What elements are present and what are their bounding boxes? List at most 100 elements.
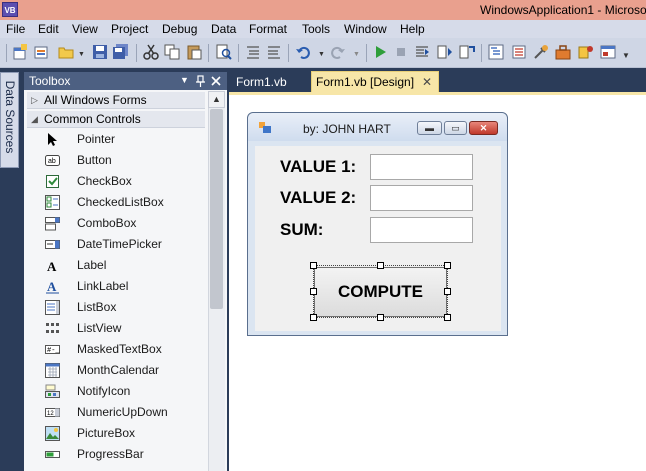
resize-handle[interactable] — [377, 314, 384, 321]
pin-icon[interactable] — [195, 75, 206, 87]
toolbox-item-maskedtextbox[interactable]: #-_ MaskedTextBox — [27, 339, 208, 360]
menu-data[interactable]: Data — [211, 21, 236, 37]
resize-handle[interactable] — [444, 262, 451, 269]
sum-textbox[interactable] — [370, 217, 473, 243]
linklabel-icon: A — [46, 279, 59, 294]
toolbox-item-datetimepicker[interactable]: DateTimePicker — [27, 234, 208, 255]
open-file-icon[interactable] — [58, 44, 74, 60]
toolbox-item-picturebox[interactable]: PictureBox — [27, 423, 208, 444]
menu-window[interactable]: Window — [344, 21, 387, 37]
uncomment-lines-icon[interactable] — [266, 44, 282, 60]
start-debugging-icon[interactable] — [372, 44, 388, 60]
toolbox-item-label: NotifyIcon — [77, 384, 131, 398]
numericupdown-icon: 12 — [45, 408, 60, 417]
menu-help[interactable]: Help — [400, 21, 425, 37]
toolbox-item-monthcalendar[interactable]: MonthCalendar — [27, 360, 208, 381]
properties-icon[interactable] — [511, 44, 527, 60]
toolbox-item-label: CheckedListBox — [77, 195, 164, 209]
resize-handle[interactable] — [310, 314, 317, 321]
menu-bar: File Edit View Project Debug Data Format… — [0, 20, 646, 38]
toolbar-separator — [208, 44, 209, 62]
menu-edit[interactable]: Edit — [38, 21, 59, 37]
progressbar-icon — [45, 451, 60, 458]
menu-tools[interactable]: Tools — [302, 21, 330, 37]
cut-icon[interactable] — [143, 44, 159, 60]
value1-label: VALUE 1: — [280, 157, 357, 176]
tab-close-icon[interactable]: ✕ — [422, 72, 432, 93]
toolbox-item-label: DateTimePicker — [77, 237, 162, 251]
menu-format[interactable]: Format — [249, 21, 287, 37]
add-item-icon[interactable] — [34, 44, 50, 60]
toolbox-item-progressbar[interactable]: ProgressBar — [27, 444, 208, 465]
tab-form1-code[interactable]: Form1.vb — [231, 73, 309, 92]
undo-icon[interactable] — [295, 44, 311, 60]
save-all-icon[interactable] — [113, 44, 129, 60]
step-into-icon[interactable] — [414, 44, 430, 60]
open-dropdown-icon[interactable]: ▼ — [78, 51, 85, 58]
close-icon[interactable]: ✕ — [469, 121, 498, 135]
undo-dropdown-icon[interactable]: ▼ — [318, 51, 325, 58]
minimize-icon[interactable]: ▬ — [417, 121, 442, 135]
find-icon[interactable] — [216, 44, 232, 60]
resize-handle[interactable] — [377, 262, 384, 269]
copy-icon[interactable] — [164, 44, 180, 60]
maskedtextbox-icon: #-_ — [45, 345, 60, 355]
object-browser-icon[interactable] — [533, 44, 549, 60]
toolbox-item-button[interactable]: ab Button — [27, 150, 208, 171]
redo-dropdown-icon[interactable]: ▼ — [353, 51, 360, 58]
comment-lines-icon[interactable] — [245, 44, 261, 60]
menu-project[interactable]: Project — [111, 21, 148, 37]
menu-view[interactable]: View — [72, 21, 98, 37]
close-icon[interactable] — [211, 76, 221, 86]
title-bar: VB WindowsApplication1 - Microso — [0, 0, 646, 20]
save-icon[interactable] — [92, 44, 108, 60]
toolbox-item-notifyicon[interactable]: NotifyIcon — [27, 381, 208, 402]
form-icon — [259, 122, 271, 133]
toolbox-item-checkedlistbox[interactable]: CheckedListBox — [27, 192, 208, 213]
value2-textbox[interactable] — [370, 185, 473, 211]
resize-handle[interactable] — [444, 288, 451, 295]
step-out-icon[interactable] — [459, 44, 475, 60]
toolbox-dropdown-icon[interactable]: ▼ — [180, 75, 189, 85]
resize-handle[interactable] — [310, 262, 317, 269]
toolbox-item-label[interactable]: A Label — [27, 255, 208, 276]
menu-file[interactable]: File — [6, 21, 25, 37]
resize-handle[interactable] — [444, 314, 451, 321]
resize-handle[interactable] — [310, 288, 317, 295]
toolbox-icon[interactable] — [555, 44, 571, 60]
toolbox-item-checkbox[interactable]: CheckBox — [27, 171, 208, 192]
new-project-icon[interactable] — [12, 44, 28, 60]
toolbox-item-label: MonthCalendar — [77, 363, 160, 377]
solution-explorer-icon[interactable] — [488, 44, 504, 60]
selection-outline — [313, 265, 448, 318]
maximize-icon[interactable]: ▭ — [444, 121, 467, 135]
value1-textbox[interactable] — [370, 154, 473, 180]
toolbox-item-combobox[interactable]: ComboBox — [27, 213, 208, 234]
toolbox-item-listview[interactable]: ListView — [27, 318, 208, 339]
paste-icon[interactable] — [186, 44, 202, 60]
toolbox-item-label: ProgressBar — [77, 447, 144, 461]
class-view-icon[interactable] — [578, 44, 594, 60]
expand-arrow-icon: ▷ — [31, 95, 38, 105]
redo-icon[interactable] — [330, 44, 346, 60]
step-over-icon[interactable] — [437, 44, 453, 60]
toolbox-group-common-controls[interactable]: ◢ Common Controls — [27, 111, 205, 128]
toolbox-item-numericupdown[interactable]: 12 NumericUpDown — [27, 402, 208, 423]
form-title-bar: by: JOHN HART ▬ ▭ ✕ — [248, 113, 507, 141]
toolbox-item-linklabel[interactable]: A LinkLabel — [27, 276, 208, 297]
toolbox-scrollbar-thumb[interactable] — [210, 109, 223, 309]
stop-debugging-icon[interactable] — [393, 44, 409, 60]
toolbox-group-all-windows-forms[interactable]: ▷ All Windows Forms — [27, 92, 205, 109]
toolbox-item-label: Pointer — [77, 132, 116, 146]
toolbox-item-label: LinkLabel — [77, 279, 129, 293]
toolbar-overflow-icon[interactable]: ▼ — [622, 51, 630, 60]
standard-toolbar: ▼ ▼ ▼ ▼ — [0, 38, 646, 68]
tab-form1-design[interactable]: Form1.vb [Design] ✕ — [311, 71, 439, 93]
checkbox-icon — [46, 175, 59, 188]
scroll-up-arrow-icon[interactable]: ▲ — [208, 91, 225, 108]
toolbox-item-pointer[interactable]: Pointer — [27, 129, 208, 150]
combobox-icon — [45, 217, 60, 231]
menu-debug[interactable]: Debug — [162, 21, 197, 37]
toolbox-item-listbox[interactable]: ListBox — [27, 297, 208, 318]
start-page-icon[interactable] — [600, 44, 616, 60]
